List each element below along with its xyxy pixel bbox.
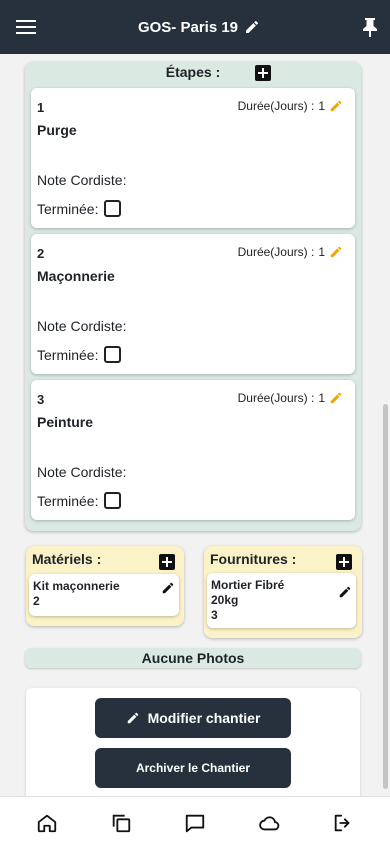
- duration-value: 1: [318, 391, 325, 405]
- done-checkbox[interactable]: [104, 346, 122, 363]
- add-supply-icon[interactable]: [336, 554, 352, 570]
- duration-value: 1: [318, 245, 325, 259]
- done-label: Terminée:: [37, 346, 99, 363]
- step-number: 3: [37, 392, 45, 407]
- step-duration: Durée(Jours) : 1: [238, 245, 343, 259]
- edit-duration-icon[interactable]: [329, 99, 343, 113]
- done-checkbox[interactable]: [104, 200, 122, 217]
- modify-site-label: Modifier chantier: [147, 710, 261, 726]
- note-cordiste-label: Note Cordiste:: [37, 464, 127, 480]
- supply-item: Mortier Fibré 20kg 3: [207, 573, 356, 628]
- scrollbar[interactable]: [383, 404, 388, 789]
- etapes-title: Étapes :: [165, 64, 221, 80]
- bottom-nav: [0, 796, 390, 849]
- step-done-row: Terminée:: [37, 346, 122, 363]
- step-card: 1 Durée(Jours) : 1 Purge Note Cordiste: …: [31, 88, 355, 228]
- materiels-title: Matériels :: [32, 551, 102, 567]
- step-number: 2: [37, 246, 45, 261]
- archive-site-label: Archiver le Chantier: [135, 761, 251, 775]
- photos-status: Aucune Photos: [25, 648, 361, 668]
- step-card: 2 Durée(Jours) : 1 Maçonnerie Note Cordi…: [31, 234, 355, 374]
- step-number: 1: [37, 100, 45, 115]
- step-card: 3 Durée(Jours) : 1 Peinture Note Cordist…: [31, 380, 355, 520]
- cloud-icon[interactable]: [249, 803, 289, 843]
- supply-size: 20kg: [211, 593, 239, 607]
- material-item: Kit maçonnerie 2: [29, 574, 179, 616]
- page-title: GOS- Paris 19: [137, 18, 239, 36]
- duration-label: Durée(Jours) :: [237, 391, 315, 405]
- add-step-icon[interactable]: [255, 65, 271, 81]
- supply-name: Mortier Fibré: [211, 578, 285, 592]
- edit-title-icon[interactable]: [244, 19, 260, 35]
- supply-quantity: 3: [211, 608, 218, 622]
- duration-label: Durée(Jours) :: [237, 99, 315, 113]
- site-title-group: GOS- Paris 19: [138, 19, 260, 36]
- step-duration: Durée(Jours) : 1: [238, 391, 343, 405]
- chat-icon[interactable]: [175, 803, 215, 843]
- etapes-header: Étapes :: [25, 62, 361, 88]
- step-done-row: Terminée:: [37, 492, 122, 509]
- etapes-panel: Étapes : 1 Durée(Jours) : 1 Purge Note C…: [25, 62, 361, 531]
- done-checkbox[interactable]: [104, 492, 122, 509]
- edit-supply-icon[interactable]: [338, 585, 352, 599]
- modify-site-button[interactable]: Modifier chantier: [95, 698, 291, 738]
- pencil-icon: [126, 711, 140, 725]
- actions-card: Modifier chantier Archiver le Chantier: [26, 688, 360, 796]
- fournitures-title: Fournitures :: [210, 551, 297, 567]
- materiels-panel: Matériels : Kit maçonnerie 2: [26, 546, 184, 626]
- edit-material-icon[interactable]: [161, 581, 175, 595]
- edit-duration-icon[interactable]: [329, 391, 343, 405]
- done-label: Terminée:: [37, 200, 99, 217]
- logout-icon[interactable]: [323, 803, 363, 843]
- home-icon[interactable]: [27, 803, 67, 843]
- step-name: Peinture: [37, 414, 94, 430]
- app-header: GOS- Paris 19: [0, 0, 390, 54]
- add-material-icon[interactable]: [159, 554, 175, 570]
- step-name: Purge: [37, 122, 77, 138]
- duration-value: 1: [318, 99, 325, 113]
- step-done-row: Terminée:: [37, 200, 122, 217]
- duration-label: Durée(Jours) :: [237, 245, 315, 259]
- step-duration: Durée(Jours) : 1: [238, 99, 343, 113]
- note-cordiste-label: Note Cordiste:: [37, 172, 127, 188]
- step-name: Maçonnerie: [37, 268, 115, 284]
- fournitures-panel: Fournitures : Mortier Fibré 20kg 3: [204, 546, 362, 638]
- material-name: Kit maçonnerie: [33, 579, 120, 593]
- edit-duration-icon[interactable]: [329, 245, 343, 259]
- copy-icon[interactable]: [101, 803, 141, 843]
- pin-icon[interactable]: [362, 17, 378, 37]
- done-label: Terminée:: [37, 492, 99, 509]
- note-cordiste-label: Note Cordiste:: [37, 318, 127, 334]
- main-content[interactable]: Étapes : 1 Durée(Jours) : 1 Purge Note C…: [0, 54, 390, 796]
- archive-site-button[interactable]: Archiver le Chantier: [95, 748, 291, 788]
- material-quantity: 2: [33, 594, 40, 608]
- menu-icon[interactable]: [16, 19, 36, 35]
